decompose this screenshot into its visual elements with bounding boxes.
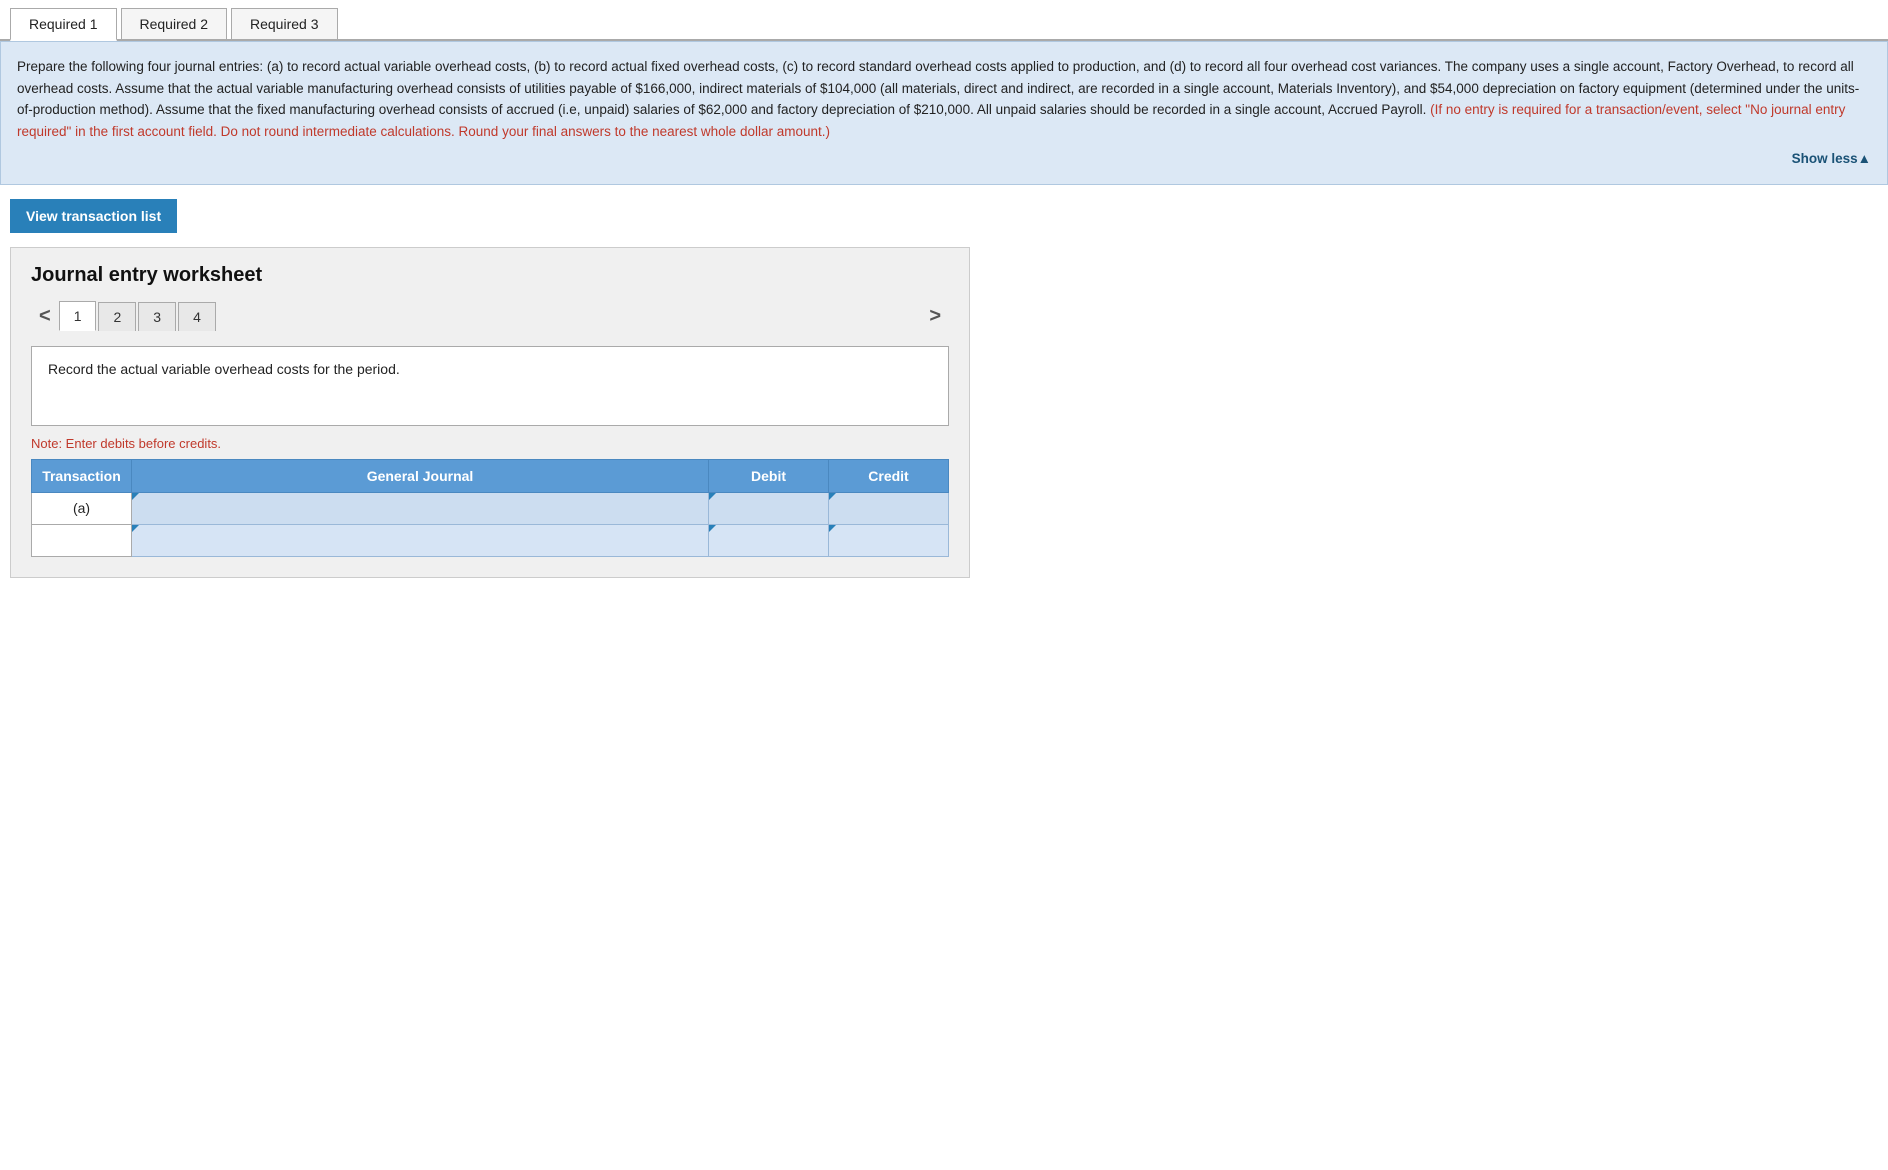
next-page-arrow[interactable]: > (921, 301, 949, 332)
row2-debit-cell[interactable] (709, 524, 829, 556)
page-tab-4[interactable]: 4 (178, 302, 216, 331)
col-header-debit: Debit (709, 459, 829, 492)
col-header-credit: Credit (829, 459, 949, 492)
row2-credit-cell[interactable] (829, 524, 949, 556)
tabs-bar: Required 1 Required 2 Required 3 (0, 0, 1888, 41)
row1-general-journal-input[interactable] (132, 493, 708, 524)
row2-general-journal-cell[interactable] (132, 524, 709, 556)
page-tab-1[interactable]: 1 (59, 301, 97, 331)
col-header-general-journal: General Journal (132, 459, 709, 492)
tab-required-3[interactable]: Required 3 (231, 8, 338, 39)
row1-credit-input[interactable] (829, 493, 948, 524)
page-tabs: 1 2 3 4 (59, 301, 922, 331)
table-row (32, 524, 949, 556)
worksheet-panel: Journal entry worksheet < 1 2 3 4 > Reco… (10, 247, 970, 578)
page-tab-2[interactable]: 2 (98, 302, 136, 331)
col-header-transaction: Transaction (32, 459, 132, 492)
table-row: (a) (32, 492, 949, 524)
row2-debit-input[interactable] (709, 525, 828, 556)
instructions-box: Prepare the following four journal entri… (0, 41, 1888, 185)
view-transaction-button[interactable]: View transaction list (10, 199, 177, 233)
row1-debit-cell[interactable] (709, 492, 829, 524)
worksheet-title: Journal entry worksheet (31, 264, 949, 287)
page-tab-3[interactable]: 3 (138, 302, 176, 331)
entry-description: Record the actual variable overhead cost… (31, 346, 949, 426)
journal-table: Transaction General Journal Debit Credit… (31, 459, 949, 557)
row1-general-journal-cell[interactable] (132, 492, 709, 524)
row2-transaction (32, 524, 132, 556)
prev-page-arrow[interactable]: < (31, 301, 59, 332)
tab-required-1[interactable]: Required 1 (10, 8, 117, 41)
row2-general-journal-input[interactable] (132, 525, 708, 556)
note-text: Note: Enter debits before credits. (31, 436, 949, 451)
page-navigation: < 1 2 3 4 > (31, 301, 949, 332)
row1-transaction: (a) (32, 492, 132, 524)
row1-debit-input[interactable] (709, 493, 828, 524)
row2-credit-input[interactable] (829, 525, 948, 556)
row1-credit-cell[interactable] (829, 492, 949, 524)
show-less-link[interactable]: Show less▲ (17, 148, 1871, 170)
tab-required-2[interactable]: Required 2 (121, 8, 228, 39)
